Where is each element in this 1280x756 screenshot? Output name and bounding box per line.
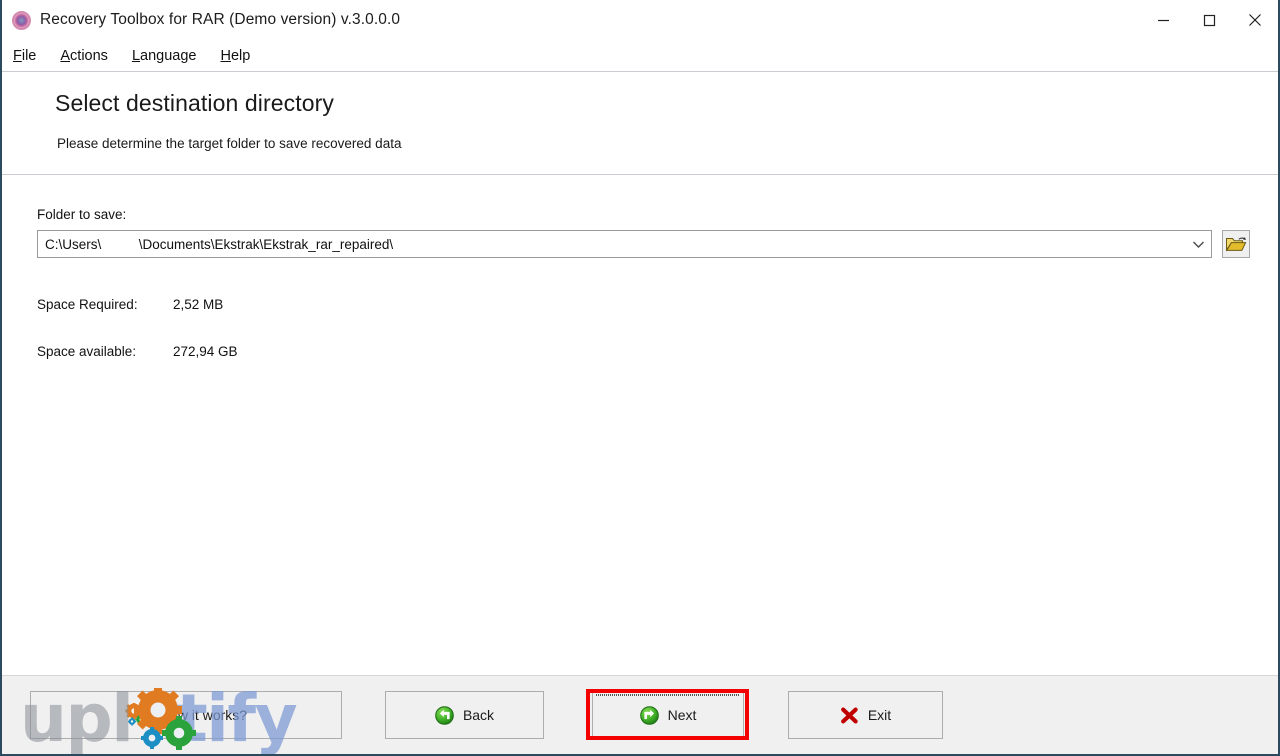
title-bar: Recovery Toolbox for RAR (Demo version) … [2, 0, 1278, 40]
folder-to-save-label: Folder to save: [37, 207, 127, 222]
folder-path-row: C:\Users\ \Documents\Ekstrak\Ekstrak_rar… [37, 230, 1278, 258]
application-window: Recovery Toolbox for RAR (Demo version) … [0, 0, 1280, 756]
how-it-works-label: How it works? [159, 707, 248, 723]
open-folder-icon [1225, 237, 1247, 252]
maximize-button[interactable] [1186, 0, 1232, 40]
gears-icon [125, 703, 148, 726]
space-available-value: 272,94 GB [173, 344, 238, 359]
menu-label: ile [21, 47, 37, 64]
menu-item-help[interactable]: Help [220, 46, 263, 66]
space-required-label: Space Required: [37, 297, 138, 312]
how-it-works-button[interactable]: How it works? [30, 691, 342, 739]
folder-path-combobox[interactable]: C:\Users\ \Documents\Ekstrak\Ekstrak_rar… [37, 230, 1212, 258]
menu-accesskey: A [60, 47, 71, 64]
minimize-icon [1157, 19, 1169, 21]
menu-label: elp [230, 47, 251, 64]
footer-toolbar: How it works? Back Next Exit upl tify [2, 675, 1278, 754]
content-area: Folder to save: C:\Users\ \Documents\Eks… [2, 175, 1278, 693]
page-header: Select destination directory Please dete… [2, 72, 1278, 175]
back-label: Back [462, 707, 495, 723]
next-button[interactable]: Next [592, 691, 744, 739]
menu-accesskey: F [13, 47, 22, 64]
browse-folder-button[interactable] [1222, 230, 1250, 258]
focus-indicator [596, 694, 740, 696]
exit-label: Exit [867, 707, 892, 723]
menu-bar: File Actions Language Help [2, 40, 1278, 72]
next-label: Next [667, 707, 697, 723]
menu-item-actions[interactable]: Actions [60, 46, 121, 66]
arrow-right-circle-icon [639, 705, 659, 725]
space-available-row: Space available: 272,94 GB [37, 344, 1278, 359]
minimize-button[interactable] [1140, 0, 1186, 40]
chevron-down-icon [1192, 241, 1204, 248]
menu-item-file[interactable]: File [13, 46, 49, 66]
menu-label: ctions [70, 47, 108, 64]
space-available-label: Space available: [37, 344, 137, 359]
close-icon [1249, 14, 1261, 26]
red-x-icon [840, 706, 858, 723]
window-controls [1140, 0, 1278, 40]
space-required-row: Space Required: 2,52 MB [37, 297, 1278, 312]
close-button[interactable] [1232, 0, 1278, 40]
maximize-icon [1203, 14, 1215, 26]
menu-accesskey: L [131, 47, 141, 64]
app-logo-icon [12, 10, 31, 30]
menu-item-language[interactable]: Language [132, 46, 210, 66]
page-title: Select destination directory [55, 90, 334, 116]
arrow-left-circle-icon [435, 705, 454, 725]
back-button[interactable]: Back [385, 691, 544, 739]
page-subtitle: Please determine the target folder to sa… [57, 136, 402, 151]
folder-path-dropdown-button[interactable] [1185, 231, 1211, 257]
folder-path-input[interactable]: C:\Users\ \Documents\Ekstrak\Ekstrak_rar… [38, 237, 1185, 252]
window-title: Recovery Toolbox for RAR (Demo version) … [40, 11, 401, 28]
exit-button[interactable]: Exit [788, 691, 943, 739]
menu-accesskey: H [220, 47, 231, 64]
menu-label: anguage [140, 47, 197, 64]
space-required-value: 2,52 MB [173, 297, 224, 312]
